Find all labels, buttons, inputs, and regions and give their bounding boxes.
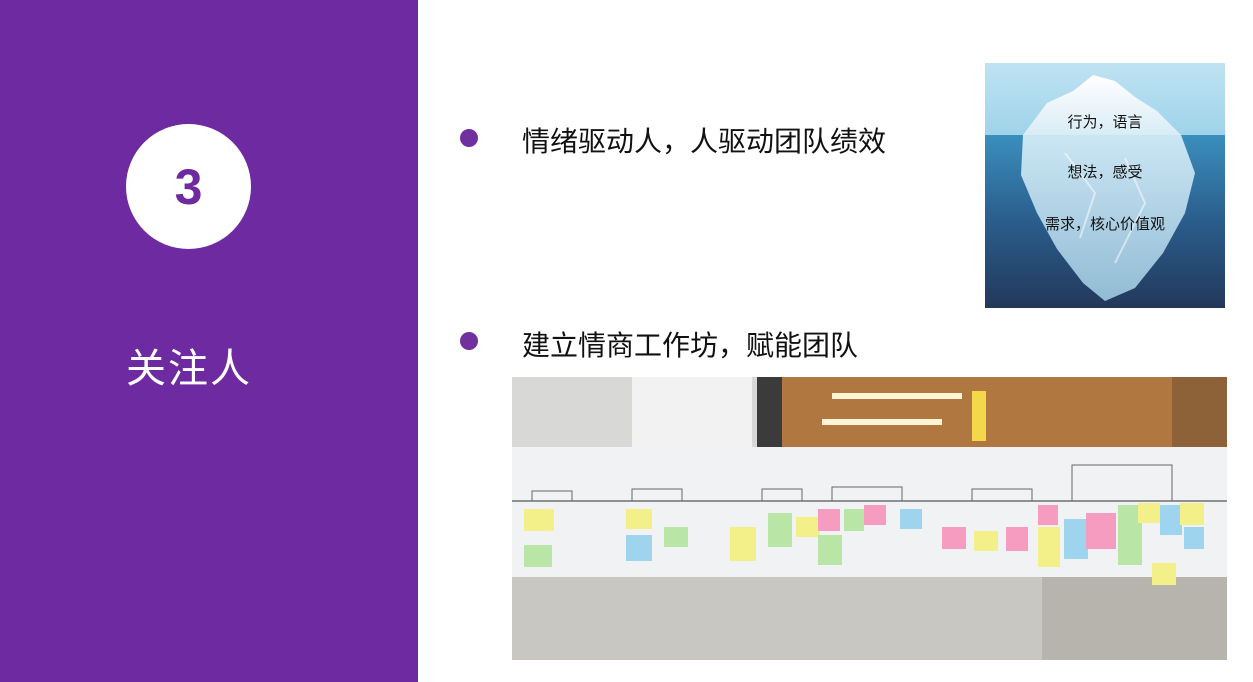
sidebar-panel: 3 关注人: [0, 0, 418, 682]
iceberg-label-bottom: 需求，核心价值观: [1044, 215, 1165, 233]
bullet-dot-icon: [460, 332, 478, 350]
bullet-text-2: 建立情商工作坊，赋能团队: [522, 329, 859, 362]
bullet-dot-icon: [460, 129, 478, 147]
section-number-badge: 3: [126, 124, 251, 249]
workshop-photo: [512, 377, 1227, 660]
iceberg-image: 行为，语言 想法，感受 需求，核心价值观: [985, 63, 1225, 308]
iceberg-label-middle: 想法，感受: [1067, 163, 1143, 181]
iceberg-label-top: 行为，语言: [1067, 113, 1143, 131]
bullet-text-1: 情绪驱动人，人驱动团队绩效: [522, 125, 887, 158]
section-title: 关注人: [126, 346, 252, 392]
